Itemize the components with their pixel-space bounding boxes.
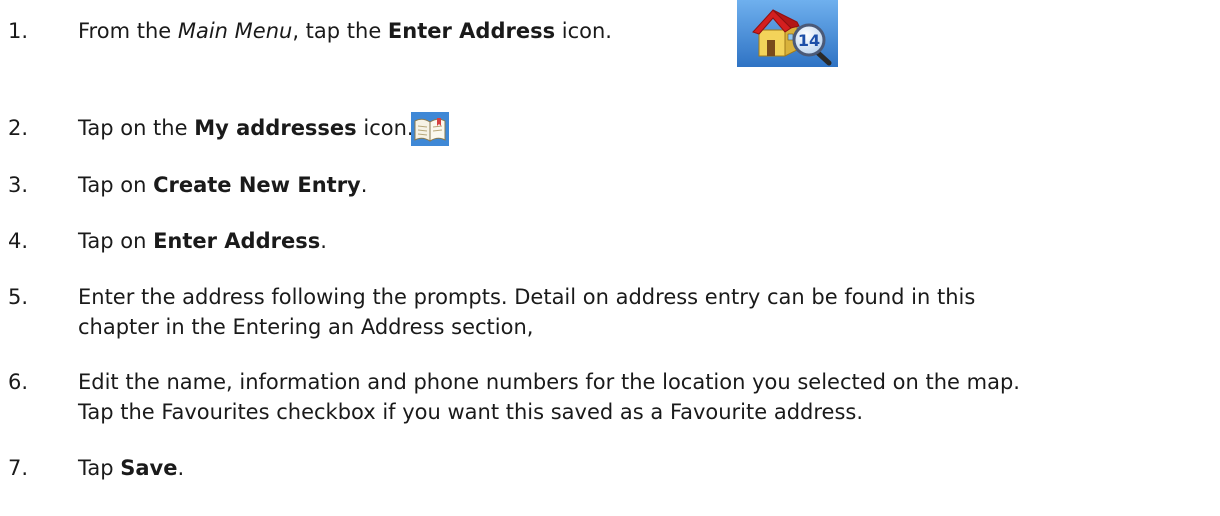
step-6-line-2: Tap the Favourites checkbox if you want … — [78, 400, 864, 424]
menu-name: Main Menu — [177, 19, 293, 43]
step-text: Tap on Create New Entry. — [78, 173, 368, 197]
step-number: 3. — [8, 173, 29, 197]
enter-address-icon: 14 — [737, 0, 838, 67]
step-6: 6. Edit the name, information and phone n… — [8, 367, 1210, 397]
step-number: 6. — [8, 370, 29, 394]
step-text: From the Main Menu, tap the Enter Addres… — [78, 19, 612, 43]
step-5-line-2: chapter in the Entering an Address secti… — [78, 315, 534, 339]
address-book-icon — [411, 112, 449, 146]
step-number: 2. — [8, 116, 29, 140]
button-name: Create New Entry — [153, 173, 361, 197]
icon-name: Enter Address — [387, 19, 556, 43]
step-2: 2. Tap on the My addresses icon. — [8, 113, 1210, 143]
step-5: 5. Enter the address following the prompt… — [8, 282, 1210, 312]
house-badge-number: 14 — [798, 31, 820, 50]
step-1: 1. From the Main Menu, tap the Enter Addr… — [8, 16, 1210, 46]
step-number: 1. — [8, 19, 29, 43]
button-name: Enter Address — [153, 229, 321, 253]
step-number: 5. — [8, 285, 29, 309]
step-text-line-1: Enter the address following the prompts.… — [78, 285, 976, 309]
step-number: 7. — [8, 456, 29, 480]
step-7: 7. Tap Save. — [8, 453, 1210, 483]
button-name: Save — [120, 456, 178, 480]
step-4: 4. Tap on Enter Address. — [8, 226, 1210, 256]
step-text: Tap Save. — [78, 456, 185, 480]
step-text: Tap on the My addresses icon. — [78, 116, 414, 140]
icon-name: My addresses — [194, 116, 357, 140]
step-text: Tap on Enter Address. — [78, 229, 327, 253]
step-text-line-1: Edit the name, information and phone num… — [78, 370, 1020, 394]
step-number: 4. — [8, 229, 29, 253]
step-3: 3. Tap on Create New Entry. — [8, 170, 1210, 200]
